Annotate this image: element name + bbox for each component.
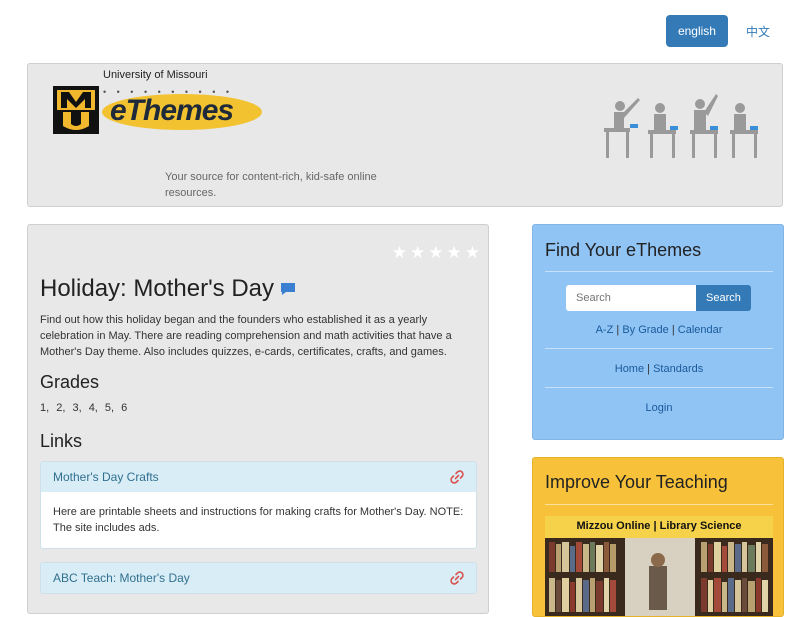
site-header: University of Missouri • • • • • • • • •…	[27, 63, 783, 207]
page-title-text: Holiday: Mother's Day	[40, 275, 274, 302]
mu-logo-icon[interactable]	[53, 86, 99, 134]
browse-links: A-Z | By Grade | Calendar	[595, 324, 723, 336]
link-card: ABC Teach: Mother's Day	[40, 562, 477, 594]
star-icon[interactable]: ★	[465, 243, 480, 263]
divider	[545, 348, 773, 349]
link-description: Here are printable sheets and instructio…	[53, 506, 464, 534]
link-icon[interactable]	[450, 470, 464, 484]
az-link[interactable]: A-Z	[596, 324, 614, 336]
divider	[545, 271, 773, 272]
home-link[interactable]: Home	[615, 363, 644, 375]
link-card-header[interactable]: ABC Teach: Mother's Day	[41, 563, 476, 593]
university-name: University of Missouri	[103, 69, 208, 81]
tagline: Your source for content-rich, kid-safe o…	[165, 171, 377, 199]
grades-list: 1, 2, 3, 4, 5, 6	[40, 402, 128, 414]
link-title[interactable]: Mother's Day Crafts	[53, 470, 159, 484]
calendar-link[interactable]: Calendar	[678, 324, 723, 336]
by-grade-link[interactable]: By Grade	[622, 324, 668, 336]
theme-description: Find out how this holiday began and the …	[40, 314, 452, 358]
library-science-ad[interactable]: Mizzou Online | Library Science	[545, 516, 773, 616]
link-icon[interactable]	[450, 571, 464, 585]
rating-stars[interactable]: ★ ★ ★ ★ ★	[392, 243, 480, 263]
theme-panel: ★ ★ ★ ★ ★ Holiday: Mother's Day Find out…	[27, 224, 489, 614]
home-links: Home | Standards	[614, 363, 704, 375]
comment-icon[interactable]	[280, 282, 296, 296]
login-link[interactable]: Login	[646, 402, 673, 414]
star-icon[interactable]: ★	[428, 243, 443, 263]
brand-logo[interactable]: eThemes	[110, 94, 234, 128]
english-button[interactable]: english	[665, 15, 728, 47]
divider	[545, 504, 773, 505]
divider	[545, 387, 773, 388]
ad-label: Mizzou Online | Library Science	[576, 520, 742, 532]
page-title: Holiday: Mother's Day	[40, 275, 296, 303]
star-icon[interactable]: ★	[392, 243, 407, 263]
find-ethemes-panel: Find Your eThemes Search A-Z | By Grade …	[532, 224, 784, 440]
search-form: Search	[566, 285, 751, 311]
chinese-link[interactable]: 中文	[736, 23, 780, 40]
star-icon[interactable]: ★	[410, 243, 425, 263]
standards-link[interactable]: Standards	[653, 363, 703, 375]
link-card: Mother's Day Crafts Here are printable s…	[40, 461, 477, 549]
login-row: Login	[533, 402, 785, 414]
grades-heading: Grades	[40, 372, 100, 392]
link-card-header[interactable]: Mother's Day Crafts	[41, 462, 476, 492]
students-illustration-icon	[604, 94, 758, 158]
improve-teaching-panel: Improve Your Teaching Mizzou Online | Li…	[532, 457, 784, 617]
search-button[interactable]: Search	[696, 285, 751, 311]
find-title: Find Your eThemes	[545, 240, 702, 260]
links-heading: Links	[40, 431, 83, 451]
language-bar: english 中文	[665, 15, 780, 47]
bookshelves-image-icon	[545, 538, 773, 616]
improve-title: Improve Your Teaching	[545, 472, 728, 492]
star-icon[interactable]: ★	[447, 243, 462, 263]
search-input[interactable]	[566, 285, 696, 311]
link-title[interactable]: ABC Teach: Mother's Day	[53, 571, 190, 585]
